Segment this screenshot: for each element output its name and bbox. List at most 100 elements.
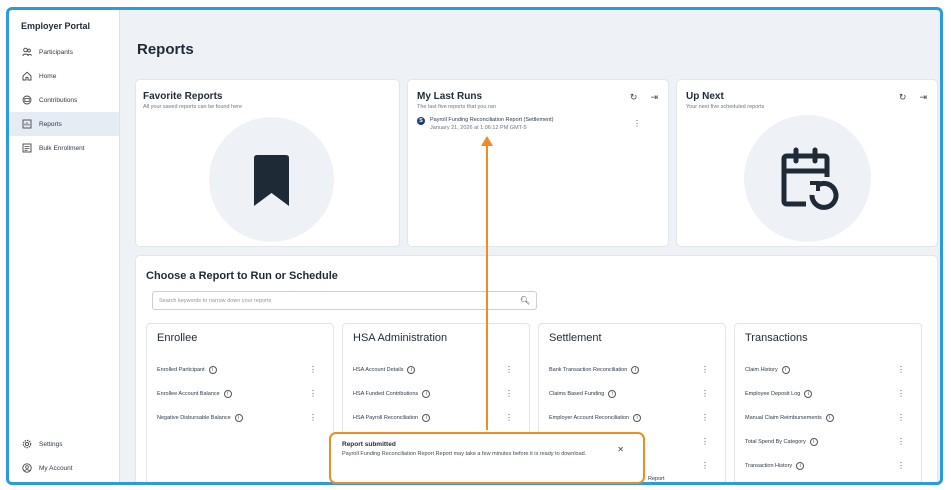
report-name: Enrolled Participant [157,367,205,373]
list-item[interactable]: S Payroll Funding Reconciliation Report … [417,117,659,131]
sidebar-item-label: Bulk Enrollment [39,144,85,152]
bulk-enrollment-icon [22,143,32,153]
list-item[interactable]: Bank Transaction Reconciliation i ⋮ [549,358,715,382]
more-options-icon[interactable]: ⋮ [701,462,709,470]
info-icon[interactable]: i [631,366,640,374]
card-title: My Last Runs [417,91,483,102]
list-item[interactable]: HSA Funded Contributions i ⋮ [353,382,519,406]
peek-report-label: Report [648,476,665,482]
category-transactions: Transactions Claim History i ⋮ Employee De… [734,323,922,482]
more-options-icon[interactable]: ⋮ [897,390,905,398]
category-title: Transactions [745,332,808,344]
more-options-icon[interactable]: ⋮ [701,366,709,374]
info-icon[interactable]: i [804,390,813,398]
info-icon[interactable]: i [796,462,805,470]
list-item[interactable]: Transaction History i ⋮ [745,454,911,478]
report-name: Employee Deposit Log [745,391,801,397]
search-input[interactable] [159,297,520,304]
app-title: Employer Portal [21,21,91,31]
export-icon[interactable]: ⇥ [650,92,658,103]
info-icon[interactable]: i [422,390,431,398]
sidebar-item-label: Participants [39,48,73,56]
info-icon[interactable]: i [208,366,217,374]
more-options-icon[interactable]: ⋮ [505,414,513,422]
toast-title: Report submitted [342,441,396,448]
list-item[interactable]: Manual Claim Reimbursements i ⋮ [745,406,911,430]
list-item[interactable]: HSA Payroll Reconciliation i ⋮ [353,406,519,430]
refresh-icon[interactable]: ↻ [899,92,907,103]
more-options-icon[interactable]: ⋮ [309,414,317,422]
more-options-icon[interactable]: ⋮ [701,438,709,446]
more-options-icon[interactable]: ⋮ [701,390,709,398]
account-icon [22,463,32,473]
sidebar-item-label: Contributions [39,96,78,104]
search-icon[interactable]: 🔍︎ [520,296,530,305]
report-name: Bank Transaction Reconciliation [549,367,628,373]
info-icon[interactable]: i [422,414,431,422]
sidebar-item-label: Home [39,72,57,80]
sidebar-item-my-account[interactable]: My Account [9,456,119,480]
more-options-icon[interactable]: ⋮ [633,120,641,128]
my-last-runs-card: My Last Runs The last five reports that … [407,79,669,247]
empty-state-illustration [744,115,871,242]
card-actions: ↻ ⇥ [630,92,658,103]
info-icon[interactable]: i [809,438,818,446]
toast-notification: Report submitted Payroll Funding Reconci… [329,432,645,484]
more-options-icon[interactable]: ⋮ [897,462,905,470]
search-box: 🔍︎ [152,291,537,310]
info-icon[interactable]: i [234,414,243,422]
more-options-icon[interactable]: ⋮ [897,438,905,446]
list-item[interactable]: Employee Deposit Log i ⋮ [745,382,911,406]
up-next-card: Up Next Your next five scheduled reports… [676,79,938,247]
participants-icon [22,47,32,57]
sidebar-item-reports[interactable]: Reports [9,112,119,136]
list-item[interactable]: Negative Disbursable Balance i ⋮ [157,406,323,430]
info-icon[interactable]: i [608,390,617,398]
sidebar-item-contributions[interactable]: Contributions [9,88,119,112]
run-timestamp: January 21, 2026 at 1:06:12 PM GMT-5 [430,125,527,131]
more-options-icon[interactable]: ⋮ [701,414,709,422]
report-name: Enrollee Account Balance [157,391,220,397]
sidebar-item-home[interactable]: Home [9,64,119,88]
more-options-icon[interactable]: ⋮ [897,366,905,374]
list-item[interactable]: HSA Account Details i ⋮ [353,358,519,382]
home-icon [22,71,32,81]
close-icon[interactable]: ✕ [617,445,624,454]
export-icon[interactable]: ⇥ [919,92,927,103]
report-name: Employer Account Reconciliation [549,415,630,421]
more-options-icon[interactable]: ⋮ [505,366,513,374]
list-item[interactable]: Enrolled Participant i ⋮ [157,358,323,382]
sidebar-item-participants[interactable]: Participants [9,40,119,64]
reports-icon [22,119,32,129]
report-name: Negative Disbursable Balance [157,415,231,421]
list-item[interactable]: Claims Based Funding i ⋮ [549,382,715,406]
more-options-icon[interactable]: ⋮ [309,366,317,374]
info-icon[interactable]: i [407,366,416,374]
section-title: Choose a Report to Run or Schedule [146,270,338,282]
report-name: Manual Claim Reimbursements [745,415,822,421]
more-options-icon[interactable]: ⋮ [505,390,513,398]
card-subtitle: All your saved reports can be found here [143,104,243,110]
info-icon[interactable]: i [223,390,232,398]
sidebar-bottom: Settings My Account [9,432,119,480]
info-icon[interactable]: i [781,366,790,374]
empty-state-illustration [209,117,334,242]
toast-message: Payroll Funding Reconciliation Report Re… [342,451,587,457]
list-item[interactable]: Employer Account Reconciliation i ⋮ [549,406,715,430]
refresh-icon[interactable]: ↻ [630,92,638,103]
info-icon[interactable]: i [633,414,642,422]
main-content: Reports Favorite Reports All your saved … [121,10,940,482]
list-item[interactable]: Claim History i ⋮ [745,358,911,382]
more-options-icon[interactable]: ⋮ [897,414,905,422]
list-item[interactable]: Total Spend By Category i ⋮ [745,430,911,454]
sidebar-item-settings[interactable]: Settings [9,432,119,456]
favorite-reports-card: Favorite Reports All your saved reports … [135,79,400,247]
settlement-badge-icon: S [417,117,425,125]
card-actions: ↻ ⇥ [899,92,927,103]
report-name: Claims Based Funding [549,391,605,397]
sidebar-item-bulk-enrollment[interactable]: Bulk Enrollment [9,136,119,160]
more-options-icon[interactable]: ⋮ [309,390,317,398]
gear-icon [22,439,32,449]
list-item[interactable]: Enrollee Account Balance i ⋮ [157,382,323,406]
info-icon[interactable]: i [825,414,834,422]
